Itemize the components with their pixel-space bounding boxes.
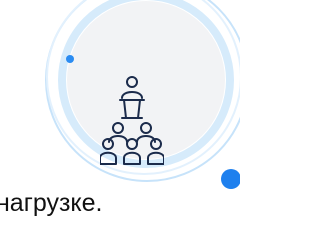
illustration: нагрузке. (0, 0, 240, 242)
small-orbit-dot (66, 55, 74, 63)
caption-text: нагрузке. (0, 189, 103, 217)
audience-speaker-icon (100, 76, 164, 165)
large-orbit-dot (221, 169, 240, 189)
caption-text-line: нагрузке. (0, 188, 240, 228)
